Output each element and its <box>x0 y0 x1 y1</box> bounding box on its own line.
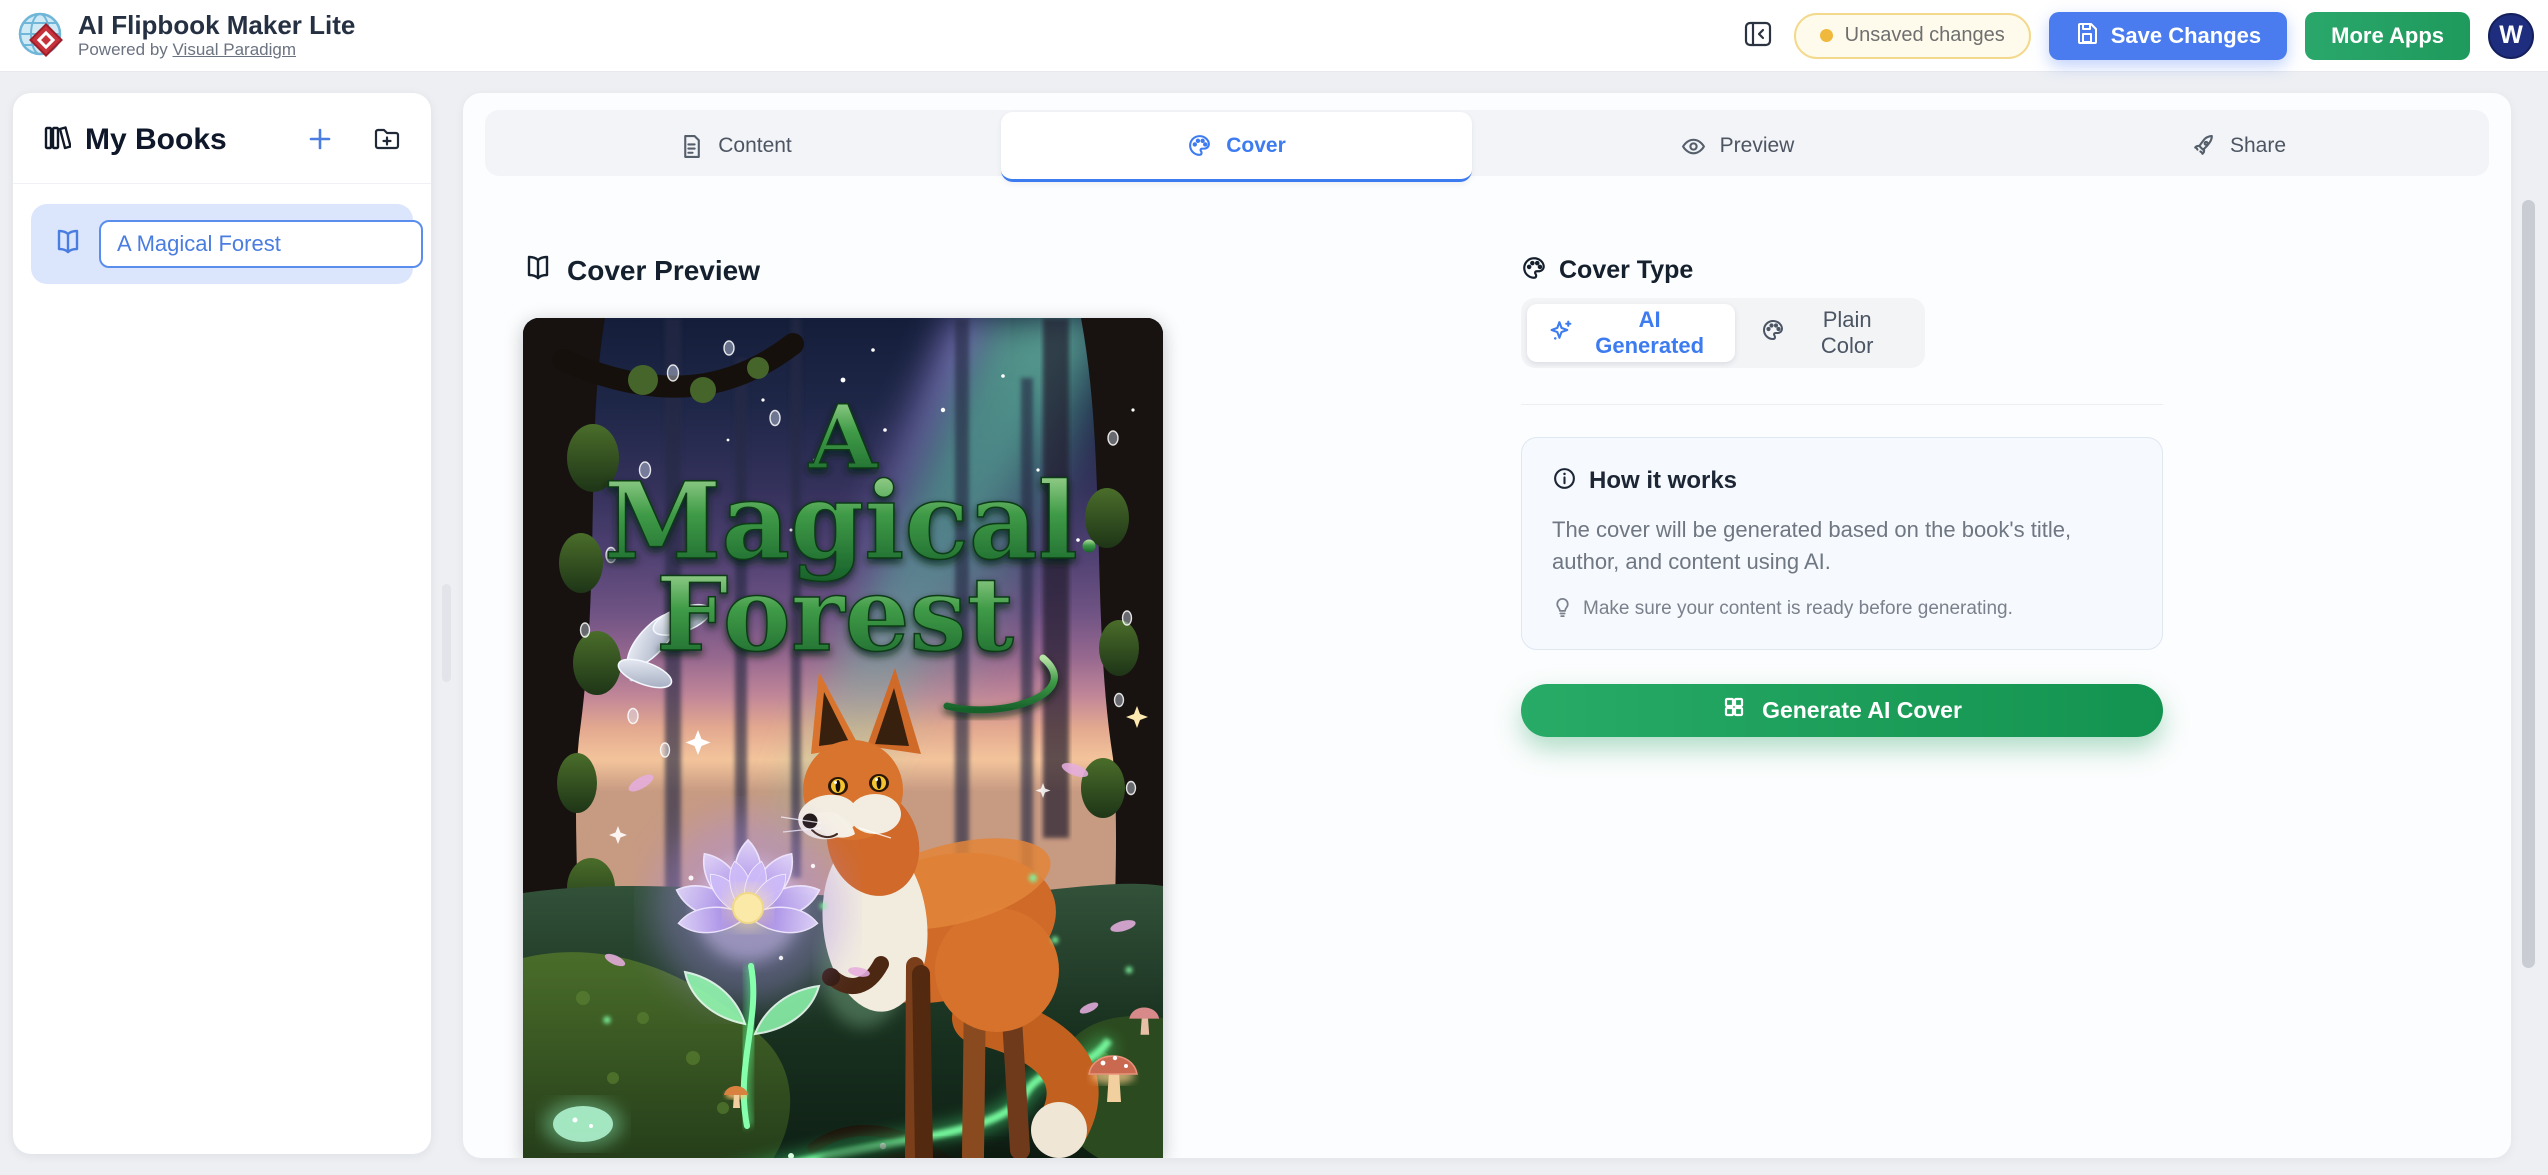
top-header: AI Flipbook Maker Lite Powered by Visual… <box>0 0 2548 72</box>
tab-cover-label: Cover <box>1226 134 1286 158</box>
rocket-icon <box>2191 134 2216 159</box>
user-avatar[interactable]: W <box>2488 13 2534 59</box>
main-content-card: Content Cover <box>463 93 2511 1158</box>
sidebar-divider <box>13 183 431 184</box>
palette-icon <box>1521 255 1547 286</box>
save-changes-button[interactable]: Save Changes <box>2049 12 2287 60</box>
tab-preview[interactable]: Preview <box>1487 113 1988 179</box>
unsaved-changes-badge: Unsaved changes <box>1794 13 2031 59</box>
visual-paradigm-link[interactable]: Visual Paradigm <box>173 40 296 59</box>
palette-icon <box>1187 133 1212 158</box>
save-changes-label: Save Changes <box>2111 23 2261 49</box>
sidebar-title: My Books <box>85 123 227 157</box>
sparkles-icon <box>1549 318 1574 349</box>
unsaved-changes-label: Unsaved changes <box>1845 24 2005 47</box>
tab-cover[interactable]: Cover <box>1001 112 1472 182</box>
more-apps-button[interactable]: More Apps <box>2305 12 2470 60</box>
generate-ai-cover-label: Generate AI Cover <box>1762 697 1962 724</box>
generate-ai-cover-button[interactable]: Generate AI Cover <box>1521 684 2163 737</box>
lightbulb-icon <box>1552 596 1573 623</box>
grid-icon <box>1722 695 1746 725</box>
cover-type-option-plain-color[interactable]: Plain Color <box>1739 304 1919 362</box>
open-book-icon <box>53 227 83 262</box>
cover-preview-label: Cover Preview <box>567 255 760 287</box>
vertical-scrollbar[interactable] <box>2522 200 2535 968</box>
tab-share[interactable]: Share <box>1988 113 2489 179</box>
folder-plus-icon <box>373 125 401 156</box>
add-book-button[interactable] <box>307 126 333 155</box>
book-title-input[interactable] <box>99 220 423 268</box>
tab-bar: Content Cover <box>485 110 2489 176</box>
app-window: AI Flipbook Maker Lite Powered by Visual… <box>0 0 2548 1175</box>
library-icon <box>43 124 71 157</box>
powered-by-text: Powered by <box>78 40 168 59</box>
open-book-icon <box>523 253 553 288</box>
tab-share-label: Share <box>2230 134 2286 158</box>
add-folder-button[interactable] <box>373 125 401 156</box>
cover-title-line-3: Forest <box>656 555 1014 675</box>
plus-icon <box>307 126 333 155</box>
palette-icon <box>1761 318 1785 348</box>
powered-by: Powered by Visual Paradigm <box>78 40 355 60</box>
eye-icon <box>1681 134 1706 159</box>
collapse-panel-button[interactable] <box>1740 18 1776 54</box>
book-list-item-selected[interactable] <box>31 204 413 284</box>
how-it-works-tip: Make sure your content is ready before g… <box>1583 598 2013 620</box>
cover-type-panel: AI Generated Plain Color <box>1521 298 2163 737</box>
panel-collapse-icon <box>1743 19 1773 52</box>
my-books-sidebar: My Books <box>13 93 431 1154</box>
cover-type-label: Cover Type <box>1559 256 1693 285</box>
cover-type-option-ai-generated[interactable]: AI Generated <box>1527 304 1735 362</box>
tab-content[interactable]: Content <box>485 113 986 179</box>
ai-generated-label: AI Generated <box>1586 307 1713 359</box>
sidebar-resize-handle[interactable] <box>442 584 451 682</box>
unsaved-dot-icon <box>1820 29 1833 42</box>
plain-color-label: Plain Color <box>1797 307 1897 359</box>
tab-content-label: Content <box>718 134 792 158</box>
cover-preview-image: A Magical Forest <box>523 318 1163 1158</box>
cover-type-segmented-control: AI Generated Plain Color <box>1521 298 1925 368</box>
save-icon <box>2075 21 2099 51</box>
how-it-works-title: How it works <box>1589 467 1737 495</box>
visual-paradigm-logo-icon <box>16 10 68 62</box>
avatar-initial: W <box>2499 21 2523 50</box>
info-icon <box>1552 466 1577 496</box>
cover-type-heading: Cover Type <box>1521 255 1693 286</box>
document-icon <box>679 134 704 159</box>
how-it-works-body: The cover will be generated based on the… <box>1552 514 2132 578</box>
app-title: AI Flipbook Maker Lite <box>78 11 355 41</box>
cover-preview-heading: Cover Preview <box>523 253 760 288</box>
more-apps-label: More Apps <box>2331 23 2444 49</box>
how-it-works-box: How it works The cover will be generated… <box>1521 437 2163 650</box>
panel-divider <box>1521 404 2163 405</box>
tab-preview-label: Preview <box>1720 134 1795 158</box>
